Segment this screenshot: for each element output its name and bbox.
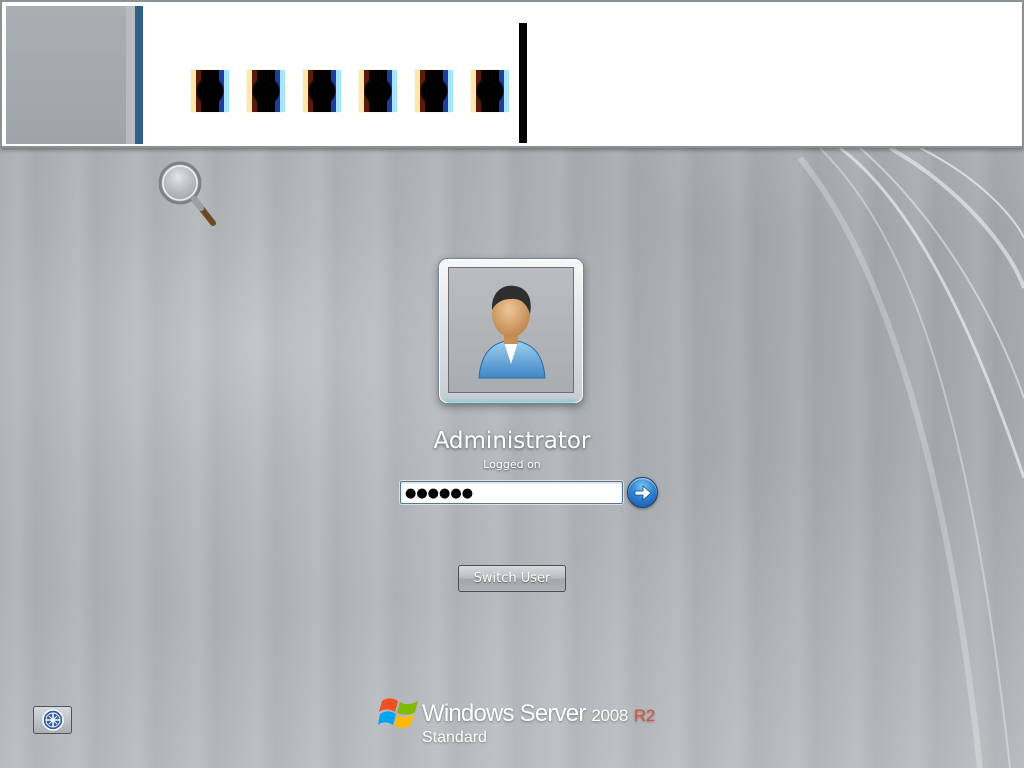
- arrow-right-icon: [634, 484, 652, 501]
- user-status: Logged on: [483, 458, 541, 471]
- user-tile[interactable]: [438, 258, 584, 404]
- magnified-password-dot: [191, 70, 229, 112]
- magnified-password-dot: [303, 70, 341, 112]
- switch-user-button[interactable]: Switch User: [458, 565, 566, 592]
- magnified-password-dot: [415, 70, 453, 112]
- password-input[interactable]: [405, 484, 615, 503]
- product-release: R2: [633, 706, 656, 725]
- magnifier-zoomed-border: [126, 6, 135, 144]
- windows-logo-icon: [378, 698, 418, 728]
- product-edition: Standard: [422, 729, 487, 746]
- user-tile-picture: [448, 267, 574, 393]
- user-tile-glow: [443, 397, 579, 403]
- magnifier-view: [0, 0, 1024, 148]
- magnified-text-caret: [519, 23, 527, 143]
- user-name: Administrator: [433, 428, 591, 454]
- magnified-password-dot: [359, 70, 397, 112]
- user-avatar-icon: [478, 285, 546, 379]
- magnifier-zoomed-background: [6, 6, 126, 144]
- product-name: Windows Server 2008 R2: [422, 700, 655, 728]
- password-field[interactable]: [400, 481, 623, 504]
- submit-button[interactable]: [627, 477, 658, 508]
- product-version: 2008: [591, 706, 629, 725]
- magnifier-zoomed-border-dark: [135, 6, 143, 144]
- ease-of-access-button[interactable]: [33, 706, 72, 734]
- magnifier-icon[interactable]: [157, 160, 219, 228]
- windows-branding: Windows Server 2008 R2 Standard: [378, 693, 668, 749]
- ease-of-access-icon: [41, 709, 64, 731]
- product-name-text: Windows Server: [422, 700, 586, 727]
- magnified-password-dot: [471, 70, 509, 112]
- magnified-password-dot: [247, 70, 285, 112]
